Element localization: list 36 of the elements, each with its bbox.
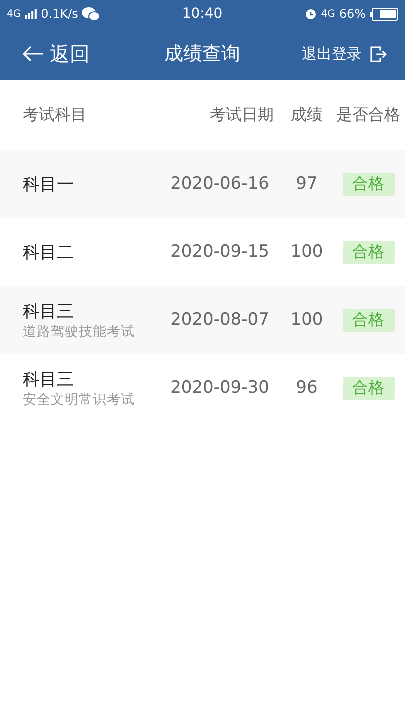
column-header: 考试科目 — [22, 104, 88, 126]
column-header: 考试日期 — [209, 104, 275, 126]
exam-date: 2020-08-07 — [170, 310, 270, 330]
result-badge: 合格 — [342, 308, 394, 332]
battery-percent: 66% — [339, 7, 366, 21]
clock: 10:40 — [182, 6, 223, 22]
column-header: 成绩 — [290, 104, 324, 126]
score: 97 — [295, 174, 319, 194]
battery-icon — [370, 8, 398, 20]
chat-icon — [82, 6, 100, 22]
back-button[interactable]: 返回 — [22, 40, 90, 68]
network-speed: 0.1K/s — [41, 7, 78, 21]
signal-icon — [25, 9, 38, 19]
logout-button[interactable]: 退出登录 — [302, 44, 387, 64]
alarm-icon — [305, 8, 318, 20]
arrow-left-icon — [22, 46, 44, 62]
score: 100 — [290, 242, 324, 262]
subject-name: 科目一 — [23, 174, 75, 196]
result-badge: 合格 — [342, 240, 394, 264]
subject-name: 科目二 — [23, 242, 75, 264]
column-header: 是否合格 — [336, 104, 402, 126]
score: 96 — [295, 378, 319, 398]
subject-name: 科目三 — [23, 368, 75, 390]
exam-date: 2020-06-16 — [170, 174, 270, 194]
page-title: 成绩查询 — [164, 42, 240, 67]
exam-date: 2020-09-15 — [170, 242, 270, 262]
result-badge: 合格 — [342, 172, 394, 196]
score: 100 — [290, 310, 324, 330]
result-badge: 合格 — [342, 376, 394, 400]
exam-date: 2020-09-30 — [170, 378, 270, 398]
network-type: 4G — [7, 8, 22, 20]
logout-icon — [370, 46, 387, 62]
subject-name: 科目三 — [23, 300, 75, 322]
subject-note: 安全文明常识考试 — [23, 390, 136, 408]
network-type: 4G — [321, 8, 336, 20]
subject-note: 道路驾驶技能考试 — [23, 322, 136, 340]
